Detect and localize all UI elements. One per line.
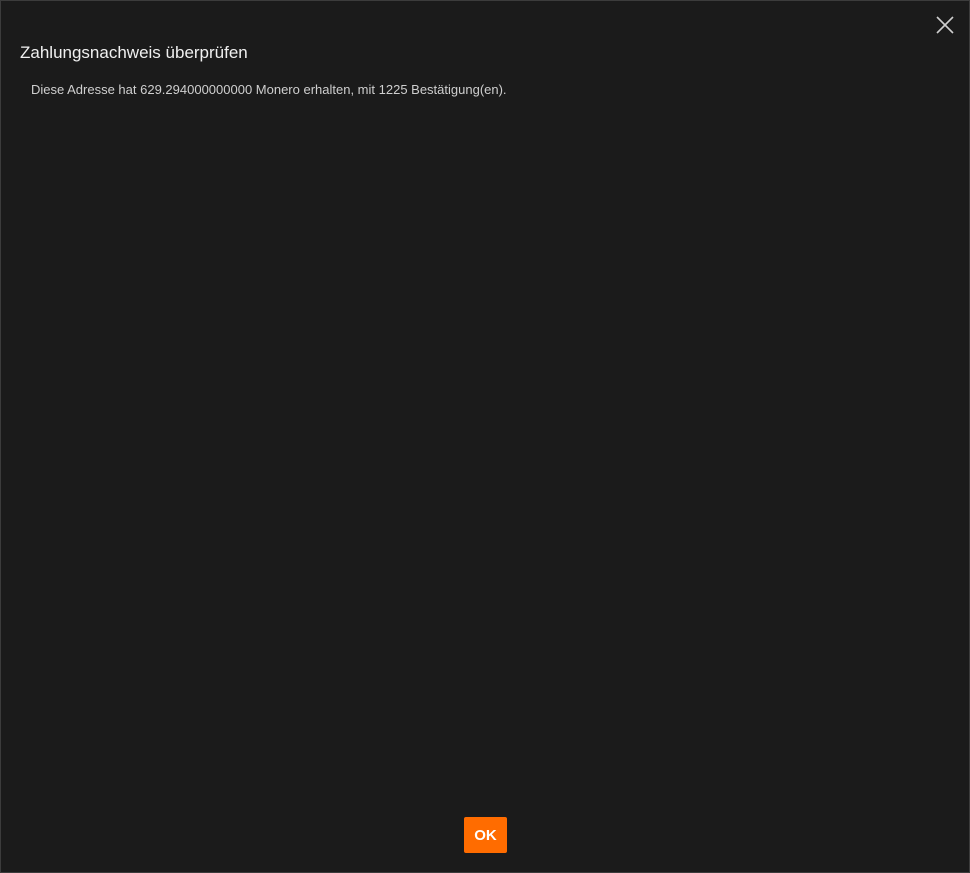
- dialog-title: Zahlungsnachweis überprüfen: [20, 43, 248, 62]
- close-icon: [936, 16, 954, 34]
- ok-button[interactable]: OK: [464, 817, 507, 853]
- dialog-message: Diese Adresse hat 629.294000000000 Moner…: [31, 82, 507, 97]
- close-button[interactable]: [934, 14, 956, 36]
- payment-proof-dialog: Zahlungsnachweis überprüfen Diese Adress…: [0, 0, 970, 873]
